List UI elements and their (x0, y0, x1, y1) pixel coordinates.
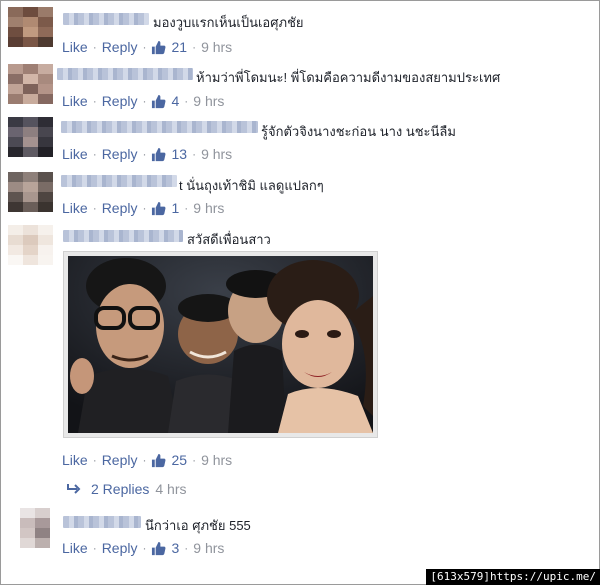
like-count[interactable]: 13 (171, 146, 187, 162)
separator: · (192, 147, 197, 161)
like-button[interactable]: Like (62, 200, 88, 216)
comment-thread: มองวูบแรกเห็นเป็นเอศุภชัย Like · Reply ·… (0, 0, 600, 585)
commenter-name[interactable] (63, 13, 149, 25)
separator: · (92, 40, 97, 54)
avatar[interactable] (8, 225, 53, 265)
timestamp[interactable]: 9 hrs (193, 93, 224, 109)
timestamp[interactable]: 9 hrs (193, 200, 224, 216)
attached-photo[interactable] (63, 251, 378, 438)
separator: · (142, 201, 147, 215)
thumbs-up-icon[interactable] (151, 541, 166, 556)
thumbs-up-icon[interactable] (151, 147, 166, 162)
separator: · (142, 453, 147, 467)
reply-button[interactable]: Reply (102, 452, 138, 468)
timestamp[interactable]: 4 hrs (155, 481, 186, 497)
separator: · (92, 201, 97, 215)
separator: · (142, 147, 147, 161)
avatar[interactable] (8, 7, 53, 47)
avatar[interactable] (20, 508, 50, 548)
separator: · (142, 541, 147, 555)
like-count[interactable]: 25 (171, 452, 187, 468)
comment-actions: Like · Reply · 4 · 9 hrs (62, 93, 224, 109)
like-count[interactable]: 1 (171, 200, 179, 216)
replies-count-label[interactable]: 2 Replies (91, 481, 149, 497)
like-count[interactable]: 3 (171, 540, 179, 556)
timestamp[interactable]: 9 hrs (201, 452, 232, 468)
comment-actions: Like · Reply · 3 · 9 hrs (62, 540, 224, 556)
comment-text: มองวูบแรกเห็นเป็นเอศุภชัย (153, 15, 304, 30)
thumbs-up-icon[interactable] (151, 453, 166, 468)
separator: · (184, 94, 189, 108)
separator: · (184, 201, 189, 215)
comment-actions: Like · Reply · 13 · 9 hrs (62, 146, 232, 162)
timestamp[interactable]: 9 hrs (201, 39, 232, 55)
comment-actions: Like · Reply · 21 · 9 hrs (62, 39, 232, 55)
avatar[interactable] (8, 172, 53, 212)
like-button[interactable]: Like (62, 540, 88, 556)
comment-text: t นั่นถุงเท้าชิมิ แลดูแปลกๆ (179, 178, 324, 193)
like-button[interactable]: Like (62, 452, 88, 468)
separator: · (142, 40, 147, 54)
separator: · (192, 40, 197, 54)
reply-button[interactable]: Reply (102, 540, 138, 556)
separator: · (192, 453, 197, 467)
separator: · (142, 94, 147, 108)
comment-actions: Like · Reply · 25 · 9 hrs (62, 452, 232, 468)
avatar[interactable] (8, 117, 53, 157)
thumbs-up-icon[interactable] (151, 94, 166, 109)
thumbs-up-icon[interactable] (151, 201, 166, 216)
commenter-name[interactable] (63, 516, 141, 528)
like-count[interactable]: 4 (171, 93, 179, 109)
reply-button[interactable]: Reply (102, 146, 138, 162)
commenter-name[interactable] (61, 175, 177, 187)
commenter-name[interactable] (57, 68, 193, 80)
comment-text: ห้ามว่าพี่โดมนะ! พี่โดมคือความดีงามของสย… (196, 70, 501, 85)
commenter-name[interactable] (63, 230, 183, 242)
separator: · (92, 94, 97, 108)
reply-arrow-icon (67, 484, 81, 494)
separator: · (92, 453, 97, 467)
separator: · (92, 147, 97, 161)
thumbs-up-icon[interactable] (151, 40, 166, 55)
separator: · (184, 541, 189, 555)
avatar[interactable] (8, 64, 53, 104)
comment-actions: Like · Reply · 1 · 9 hrs (62, 200, 224, 216)
like-button[interactable]: Like (62, 146, 88, 162)
comment-text: รู้จักตัวจิงนางชะก่อน นาง นชะนีลืม (261, 124, 456, 139)
timestamp[interactable]: 9 hrs (193, 540, 224, 556)
separator: · (92, 541, 97, 555)
reply-button[interactable]: Reply (102, 200, 138, 216)
comment-text: นึกว่าเอ ศุภชัย 555 (145, 518, 251, 533)
timestamp[interactable]: 9 hrs (201, 146, 232, 162)
watermark: [613x579]https://upic.me/ (426, 569, 600, 585)
group-selfie-image (68, 256, 373, 433)
like-button[interactable]: Like (62, 93, 88, 109)
reply-button[interactable]: Reply (102, 39, 138, 55)
commenter-name[interactable] (61, 121, 258, 133)
comment-text: สวัสดีเพื่อนสาว (187, 232, 271, 247)
like-button[interactable]: Like (62, 39, 88, 55)
view-replies-link[interactable]: 2 Replies 4 hrs (67, 481, 187, 497)
like-count[interactable]: 21 (171, 39, 187, 55)
reply-button[interactable]: Reply (102, 93, 138, 109)
photo-illustration (68, 256, 373, 433)
